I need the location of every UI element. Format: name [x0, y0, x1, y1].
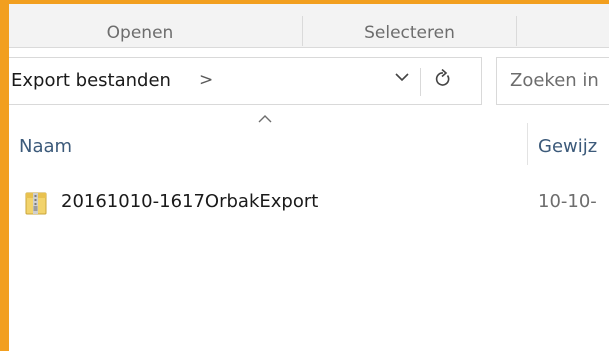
chevron-down-icon[interactable]: [394, 69, 410, 90]
file-modified-date: 10-10-: [538, 191, 597, 212]
ribbon-group-select[interactable]: Selecteren: [303, 18, 516, 48]
ribbon-group-labels: Openen Selecteren: [9, 4, 609, 48]
breadcrumb-chevron-icon[interactable]: >: [199, 70, 213, 90]
file-explorer-window: Openen Selecteren Export bestanden > Zoe…: [0, 0, 609, 351]
sort-ascending-icon: [258, 112, 272, 128]
breadcrumb-current-folder[interactable]: Export bestanden: [11, 70, 171, 91]
address-separator: [420, 68, 421, 96]
ribbon-separator: [516, 16, 517, 46]
search-input[interactable]: Zoeken in: [496, 57, 609, 105]
file-name[interactable]: 20161010-1617OrbakExport: [61, 191, 318, 212]
ribbon-group-open[interactable]: Openen: [9, 18, 271, 48]
column-header-name[interactable]: Naam: [19, 136, 72, 157]
window-border-left: [0, 0, 9, 351]
search-placeholder: Zoeken in: [510, 70, 599, 91]
refresh-icon[interactable]: [434, 68, 452, 94]
address-bar[interactable]: Export bestanden >: [9, 57, 482, 105]
navigation-row: Export bestanden > Zoeken in: [9, 57, 609, 105]
column-separator[interactable]: [527, 123, 528, 165]
zip-folder-icon: [25, 190, 47, 216]
ribbon-divider: [9, 47, 609, 48]
list-item[interactable]: 20161010-1617OrbakExport 10-10-: [9, 186, 609, 220]
column-header-modified[interactable]: Gewijz: [538, 136, 597, 157]
